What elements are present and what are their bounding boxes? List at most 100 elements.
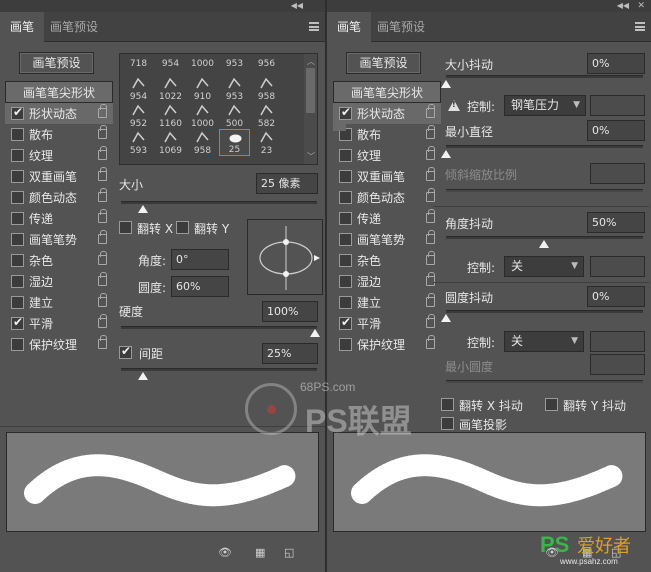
settings-item-3[interactable]: 纹理 [333,145,441,166]
brush-grid-icon[interactable]: ▦ [255,546,271,560]
settings-item-8[interactable]: 杂色 [5,250,113,271]
new-brush-icon[interactable]: ◱ [284,546,300,560]
tab-brush-presets[interactable]: 画笔预设 [40,12,108,42]
brush-tip-cell[interactable]: 23 [251,129,282,156]
settings-item-checkbox[interactable] [11,191,24,204]
settings-item-2[interactable]: 散布 [5,124,113,145]
size-jitter-field[interactable]: 0% [587,53,645,74]
settings-item-10[interactable]: 建立 [5,292,113,313]
settings-item-checkbox[interactable] [339,296,352,309]
flip-y-jitter-checkbox[interactable] [545,398,558,411]
brush-tip-cell[interactable]: 954 [155,54,186,69]
tab-brush-right[interactable]: 画笔 [327,12,372,43]
settings-item-checkbox[interactable] [11,315,24,330]
settings-item-6[interactable]: 传递 [5,208,113,229]
collapse-icon-right[interactable]: ◀◀ [617,0,629,12]
lock-icon[interactable] [426,146,435,160]
settings-item-11[interactable]: 平滑 [333,313,441,334]
lock-icon[interactable] [426,314,435,328]
spacing-field[interactable]: 25% [262,343,318,364]
size-slider-track[interactable] [121,201,317,204]
angle-field[interactable]: 0° [171,249,229,270]
brush-tip-cell[interactable]: 952 [123,102,154,129]
settings-item-1[interactable]: 形状动态 [5,103,113,124]
brush-tip-cell[interactable]: 582 [251,102,282,129]
lock-icon[interactable] [98,188,107,202]
collapse-icon[interactable]: ◀◀ [291,0,303,12]
settings-item-checkbox[interactable] [339,275,352,288]
roundness-jitter-slider-handle[interactable] [441,314,451,322]
settings-item-checkbox[interactable] [11,296,24,309]
panel-menu-icon-right[interactable] [635,22,645,31]
lock-icon[interactable] [98,209,107,223]
settings-item-0[interactable]: 画笔笔尖形状 [333,81,441,103]
brush-tip-cell[interactable]: 1069 [155,129,186,156]
brush-tip-cell[interactable]: 958 [251,75,282,102]
roundness-field[interactable]: 60% [171,276,229,297]
lock-icon[interactable] [426,272,435,286]
settings-item-10[interactable]: 建立 [333,292,441,313]
lock-icon[interactable] [98,272,107,286]
min-diameter-slider-handle[interactable] [441,150,451,158]
size-jitter-slider-handle[interactable] [441,80,451,88]
lock-icon[interactable] [98,230,107,244]
settings-item-11[interactable]: 平滑 [5,313,113,334]
angle-jitter-slider-handle[interactable] [539,240,549,248]
flip-x-jitter-checkbox[interactable] [441,398,454,411]
scroll-up-icon[interactable]: ︿ [307,56,315,67]
lock-icon[interactable] [426,335,435,349]
settings-item-6[interactable]: 传递 [333,208,441,229]
settings-item-2[interactable]: 散布 [333,124,441,145]
lock-icon[interactable] [98,335,107,349]
lock-icon[interactable] [426,125,435,139]
settings-item-4[interactable]: 双重画笔 [333,166,441,187]
brush-tip-cell[interactable]: 1000 [187,102,218,129]
settings-item-4[interactable]: 双重画笔 [5,166,113,187]
brush-presets-button-right[interactable]: 画笔预设 [346,52,421,74]
spacing-slider-handle[interactable] [138,372,148,380]
control-select-3[interactable]: 关 ▼ [504,331,584,352]
roundness-jitter-field[interactable]: 0% [587,286,645,307]
lock-icon[interactable] [426,188,435,202]
lock-icon[interactable] [426,230,435,244]
settings-item-5[interactable]: 颜色动态 [5,187,113,208]
settings-item-checkbox[interactable] [339,191,352,204]
settings-item-5[interactable]: 颜色动态 [333,187,441,208]
settings-item-0[interactable]: 画笔笔尖形状 [5,81,113,103]
settings-item-12[interactable]: 保护纹理 [5,334,113,355]
brush-tip-cell[interactable]: 953 [219,54,250,69]
settings-item-checkbox[interactable] [11,233,24,246]
lock-icon[interactable] [98,125,107,139]
settings-item-checkbox[interactable] [339,212,352,225]
settings-item-8[interactable]: 杂色 [333,250,441,271]
lock-icon[interactable] [98,167,107,181]
spacing-checkbox[interactable] [119,344,132,359]
brush-tip-cell[interactable]: 718 [123,54,154,69]
brush-tip-cell[interactable]: 500 [219,102,250,129]
size-jitter-slider-track[interactable] [446,75,643,78]
settings-item-1[interactable]: 形状动态 [333,103,441,124]
brush-tip-cell[interactable]: 910 [187,75,218,102]
spacing-slider-track[interactable] [121,368,317,371]
hardness-slider-track[interactable] [121,326,317,329]
settings-item-checkbox[interactable] [339,170,352,183]
lock-icon[interactable] [98,293,107,307]
size-slider-handle[interactable] [138,205,148,213]
lock-icon[interactable] [426,104,435,118]
lock-icon[interactable] [426,293,435,307]
roundness-jitter-slider-track[interactable] [446,310,643,313]
brush-tip-cell[interactable]: 593 [123,129,154,156]
settings-item-12[interactable]: 保护纹理 [333,334,441,355]
brush-grid-scrollbar[interactable]: ︿ ﹀ [304,54,317,164]
size-field[interactable]: 25 像素 [256,173,318,194]
angle-roundness-widget[interactable] [247,219,323,295]
lock-icon[interactable] [98,104,107,118]
brush-tip-cell[interactable]: 1022 [155,75,186,102]
lock-icon[interactable] [426,251,435,265]
settings-item-3[interactable]: 纹理 [5,145,113,166]
angle-jitter-slider-track[interactable] [446,236,643,239]
hardness-slider-handle[interactable] [310,329,320,337]
brush-presets-button[interactable]: 画笔预设 [19,52,94,74]
settings-item-7[interactable]: 画笔笔势 [5,229,113,250]
min-diameter-field[interactable]: 0% [587,120,645,141]
